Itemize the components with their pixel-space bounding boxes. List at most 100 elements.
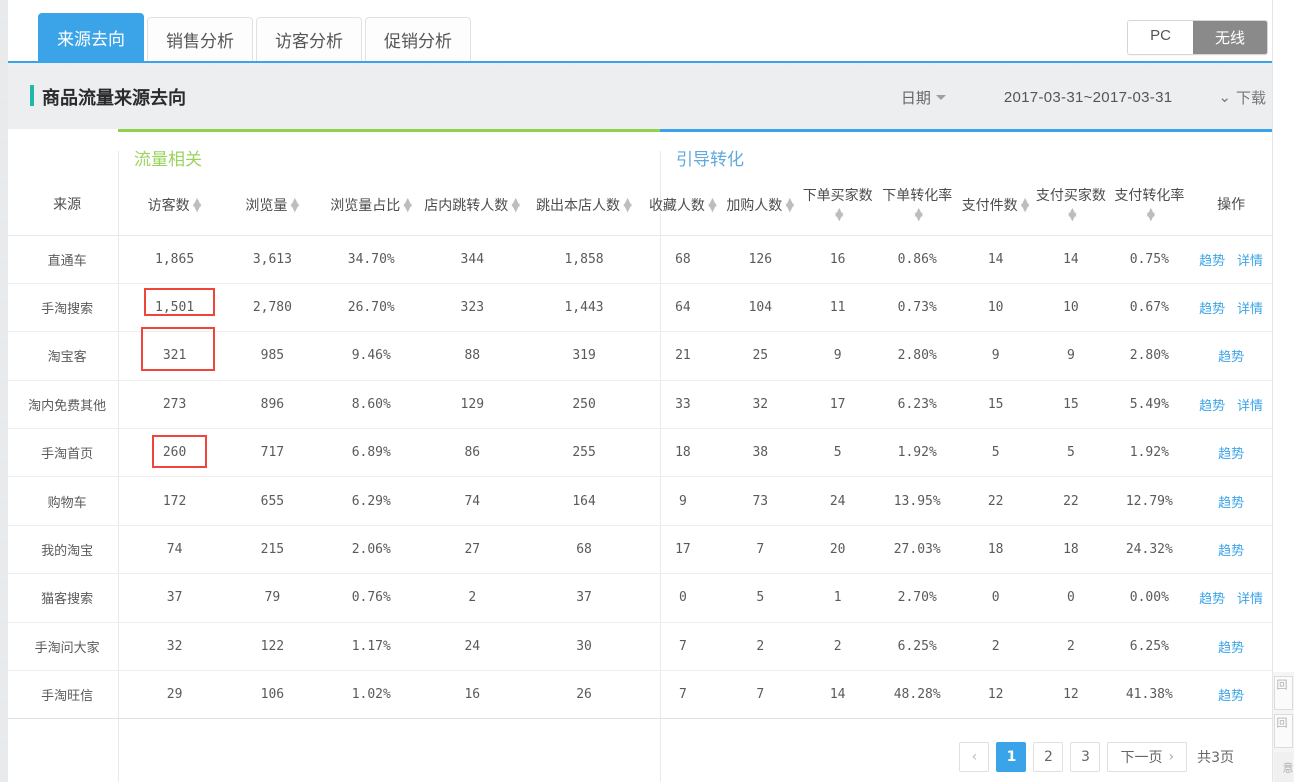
action-trend-link[interactable]: 趋势 bbox=[1199, 592, 1225, 607]
cell-actions: 趋势 bbox=[1190, 670, 1272, 720]
tab-visitor-analysis[interactable]: 访客分析 bbox=[256, 17, 362, 61]
pagination-page-3[interactable]: 3 bbox=[1070, 742, 1101, 772]
cell-paid-items: 22 bbox=[958, 476, 1034, 526]
action-trend-link[interactable]: 趋势 bbox=[1218, 641, 1244, 656]
tab-sales-analysis[interactable]: 销售分析 bbox=[147, 17, 253, 61]
action-detail-link[interactable]: 详情 bbox=[1237, 254, 1263, 269]
device-toggle-wireless[interactable]: 无线 bbox=[1192, 21, 1267, 54]
app-root: 火蝠电商 HUO FU DIAN SHANG 来源去向 销售分析 访客分析 促销… bbox=[0, 0, 1294, 782]
side-rail-widget-3-label: 意 bbox=[1281, 761, 1293, 773]
action-trend-link[interactable]: 趋势 bbox=[1199, 254, 1225, 269]
cell-order-buyers: 20 bbox=[799, 525, 877, 575]
cell-add-to-cart: 7 bbox=[721, 670, 799, 720]
sort-icon[interactable]: ▲ ▼ bbox=[708, 196, 717, 213]
side-rail-widget-2-label: 回 bbox=[1275, 717, 1287, 728]
col-order-conversion[interactable]: 下单转化率 ▲ ▼ bbox=[876, 151, 959, 236]
sort-icon[interactable]: ▲ ▼ bbox=[1068, 206, 1077, 223]
download-button[interactable]: ⌄ 下载 bbox=[1218, 87, 1266, 108]
sort-icon[interactable]: ▲ ▼ bbox=[193, 196, 202, 213]
tab-promotion-analysis[interactable]: 促销分析 bbox=[365, 17, 471, 61]
pagination-page-1[interactable]: 1 bbox=[996, 742, 1027, 772]
cell-pay-conversion: 6.25% bbox=[1108, 622, 1191, 672]
cell-actions: 趋势 详情 bbox=[1190, 380, 1272, 430]
action-trend-link[interactable]: 趋势 bbox=[1218, 544, 1244, 559]
table-row: 手淘问大家 32 122 1.17% 24 30 7 2 2 6.25% 2 2 6.25% 趋势 bbox=[8, 622, 1272, 672]
cell-paid-buyers: 2 bbox=[1033, 622, 1109, 672]
cell-order-conversion: 6.23% bbox=[876, 380, 959, 430]
sort-icon[interactable]: ▲ ▼ bbox=[403, 196, 412, 213]
pagination-next[interactable]: 下一页 › bbox=[1107, 742, 1188, 772]
table-row: 淘宝客 321 985 9.46% 88 319 21 25 9 2.80% 9 9 2.80% 趋势 bbox=[8, 331, 1272, 381]
pagination-prev[interactable]: ‹ bbox=[959, 742, 990, 772]
cell-pay-conversion: 12.79% bbox=[1108, 476, 1191, 526]
action-detail-link[interactable]: 详情 bbox=[1237, 302, 1263, 317]
action-trend-link[interactable]: 趋势 bbox=[1218, 447, 1244, 462]
side-rail-widget-3[interactable]: 意 bbox=[1274, 752, 1293, 782]
date-dropdown[interactable]: 日期 bbox=[901, 87, 946, 108]
action-trend-link[interactable]: 趋势 bbox=[1218, 350, 1244, 365]
device-toggle: PC 无线 bbox=[1127, 20, 1268, 55]
table-row: 猫客搜索 37 79 0.76% 2 37 0 5 1 2.70% 0 0 0.00% 趋势 详情 bbox=[8, 573, 1272, 623]
cell-source: 猫客搜索 bbox=[8, 573, 127, 623]
cell-visitors: 321 bbox=[126, 331, 223, 381]
cell-order-buyers: 17 bbox=[799, 380, 877, 430]
pagination-page-2[interactable]: 2 bbox=[1033, 742, 1064, 772]
table-row: 直通车 1,865 3,613 34.70% 344 1,858 68 126 16 0.86% 1… bbox=[8, 235, 1272, 284]
action-trend-link[interactable]: 趋势 bbox=[1218, 689, 1244, 704]
col-instore-jump[interactable]: 店内跳转人数 ▲ ▼ bbox=[420, 151, 524, 236]
action-trend-link[interactable]: 趋势 bbox=[1218, 496, 1244, 511]
action-trend-link[interactable]: 趋势 bbox=[1199, 399, 1225, 414]
device-toggle-pc[interactable]: PC bbox=[1128, 21, 1193, 54]
cell-paid-buyers: 9 bbox=[1033, 331, 1109, 381]
col-pageviews[interactable]: 浏览量 ▲ ▼ bbox=[222, 151, 322, 236]
col-paid-buyers[interactable]: 支付买家数 ▲ ▼ bbox=[1033, 151, 1109, 236]
cell-visitors: 29 bbox=[126, 670, 223, 720]
cell-favorites: 7 bbox=[644, 622, 722, 672]
cell-order-conversion: 13.95% bbox=[876, 476, 959, 526]
cell-pageviews: 106 bbox=[222, 670, 322, 720]
col-favorites[interactable]: 收藏人数 ▲ ▼ bbox=[644, 151, 722, 236]
col-pay-conversion[interactable]: 支付转化率 ▲ ▼ bbox=[1108, 151, 1191, 236]
col-add-to-cart[interactable]: 加购人数 ▲ ▼ bbox=[721, 151, 799, 236]
cell-order-conversion: 0.73% bbox=[876, 283, 959, 333]
sort-icon[interactable]: ▲ ▼ bbox=[835, 206, 844, 223]
cell-add-to-cart: 2 bbox=[721, 622, 799, 672]
cell-pv-share: 1.02% bbox=[321, 670, 421, 720]
col-paid-items[interactable]: 支付件数 ▲ ▼ bbox=[958, 151, 1034, 236]
col-bounce-out[interactable]: 跳出本店人数 ▲ ▼ bbox=[523, 151, 645, 236]
col-pv-share[interactable]: 浏览量占比 ▲ ▼ bbox=[321, 151, 421, 236]
cell-paid-items: 9 bbox=[958, 331, 1034, 381]
side-rail-top bbox=[1273, 0, 1294, 672]
action-detail-link[interactable]: 详情 bbox=[1237, 399, 1263, 414]
cell-pay-conversion: 2.80% bbox=[1108, 331, 1191, 381]
cell-paid-buyers: 15 bbox=[1033, 380, 1109, 430]
sort-icon[interactable]: ▲ ▼ bbox=[1021, 196, 1030, 213]
cell-bounce-out: 37 bbox=[523, 573, 645, 623]
cell-paid-buyers: 22 bbox=[1033, 476, 1109, 526]
sort-icon[interactable]: ▲ ▼ bbox=[511, 196, 520, 213]
sort-icon[interactable]: ▲ ▼ bbox=[290, 196, 299, 213]
cell-source: 手淘旺信 bbox=[8, 670, 127, 720]
action-trend-link[interactable]: 趋势 bbox=[1199, 302, 1225, 317]
cell-favorites: 17 bbox=[644, 525, 722, 575]
cell-pageviews: 79 bbox=[222, 573, 322, 623]
cell-pageviews: 985 bbox=[222, 331, 322, 381]
side-rail-widget-1[interactable]: 回 bbox=[1274, 676, 1293, 710]
date-range-value[interactable]: 2017-03-31~2017-03-31 bbox=[1004, 89, 1173, 106]
cell-pageviews: 2,780 bbox=[222, 283, 322, 333]
sort-icon[interactable]: ▲ ▼ bbox=[914, 206, 923, 223]
cell-source: 淘内免费其他 bbox=[8, 380, 127, 430]
sort-icon[interactable]: ▲ ▼ bbox=[785, 196, 794, 213]
cell-visitors: 1,501 bbox=[126, 283, 223, 333]
cell-instore-jump: 129 bbox=[420, 380, 524, 430]
cell-instore-jump: 16 bbox=[420, 670, 524, 720]
sort-icon[interactable]: ▲ ▼ bbox=[623, 196, 632, 213]
side-rail-widget-2[interactable]: 回 bbox=[1274, 714, 1293, 748]
col-order-buyers[interactable]: 下单买家数 ▲ ▼ bbox=[799, 151, 877, 236]
tab-source-flow[interactable]: 来源去向 bbox=[38, 13, 144, 61]
cell-pv-share: 26.70% bbox=[321, 283, 421, 333]
sort-icon[interactable]: ▲ ▼ bbox=[1146, 206, 1155, 223]
pagination: ‹ 1 2 3 下一页 › 共3页 bbox=[952, 742, 1234, 772]
col-visitors[interactable]: 访客数 ▲ ▼ bbox=[126, 151, 223, 236]
action-detail-link[interactable]: 详情 bbox=[1237, 592, 1263, 607]
